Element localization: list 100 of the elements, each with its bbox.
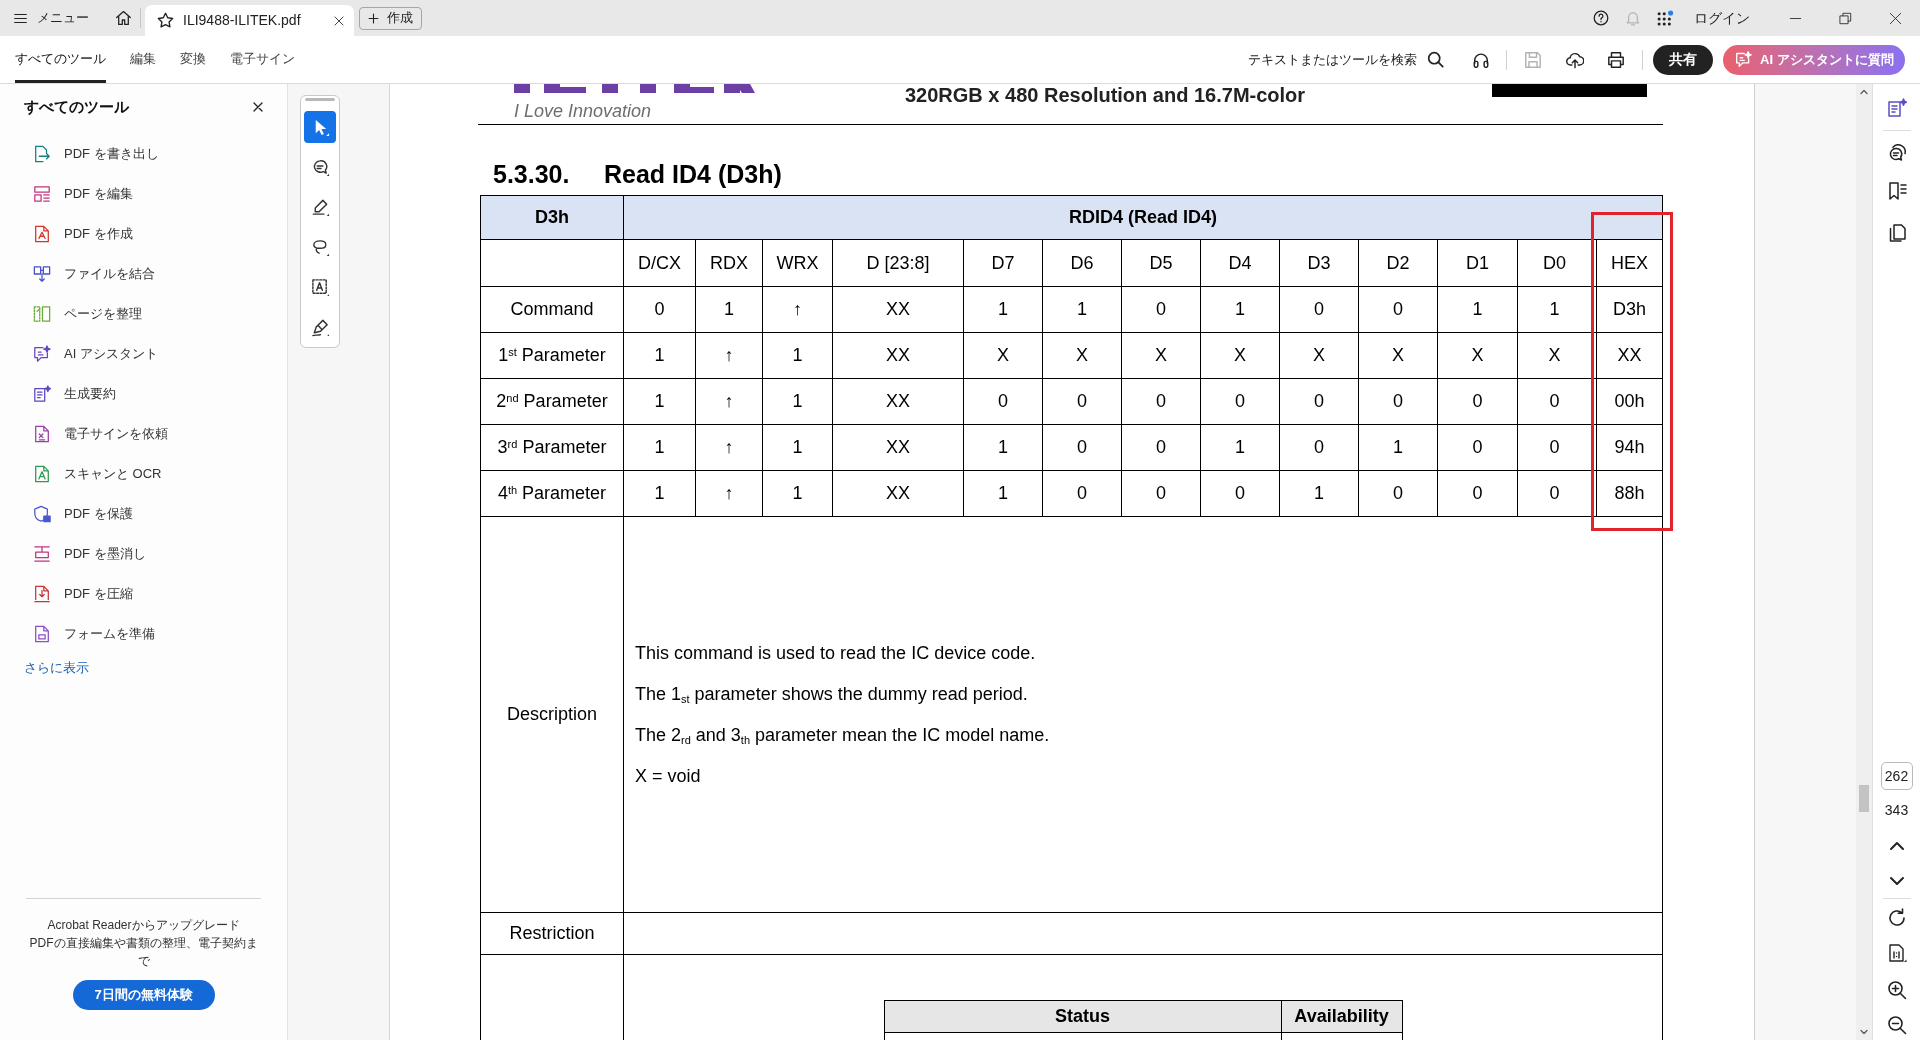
pen-icon (310, 197, 330, 217)
share-button[interactable]: 共有 (1653, 44, 1713, 75)
table-cell: XX (833, 379, 964, 425)
apps-grid-icon[interactable] (1657, 9, 1674, 27)
table-cell: ↑ (763, 287, 833, 333)
table-header-cell: Status (884, 1000, 1282, 1033)
tool-item[interactable]: ファイルを結合 (0, 254, 287, 294)
document-arrow-icon (33, 585, 51, 603)
print-icon[interactable] (1607, 50, 1625, 69)
zoom-in-icon[interactable] (1886, 980, 1907, 1000)
toolbar-tab[interactable]: 変換 (180, 36, 206, 83)
table-cell: 1 (624, 333, 696, 379)
table-cell: ↑ (696, 379, 763, 425)
column-header: HEX (1597, 240, 1664, 287)
toolbar-tab[interactable]: 編集 (130, 36, 156, 83)
grip-handle[interactable] (305, 98, 335, 101)
page-count: 343 (1884, 801, 1909, 819)
close-icon[interactable] (334, 15, 344, 26)
home-icon[interactable] (115, 10, 132, 26)
chat-sparkle-icon (33, 345, 51, 363)
layout-icon (33, 185, 51, 203)
column-header: D3 (1280, 240, 1359, 287)
table-cell: 1 (1043, 287, 1122, 333)
table-cell: X (1201, 333, 1280, 379)
tool-item[interactable]: フォームを準備 (0, 614, 287, 654)
tool-item[interactable]: PDF を書き出し (0, 134, 287, 174)
column-header: RDX (696, 240, 763, 287)
table-cell: 0 (1201, 471, 1280, 517)
tool-item[interactable]: 電子サインを依頼 (0, 414, 287, 454)
tool-item[interactable]: ページを整理 (0, 294, 287, 334)
row-label: Description (480, 517, 624, 913)
table-cell: 1 (1359, 425, 1438, 471)
close-icon[interactable] (1888, 11, 1902, 25)
table-cell: 00h (1597, 379, 1664, 425)
tool-item[interactable]: PDF を保護 (0, 494, 287, 534)
page-number-field[interactable]: 262 (1880, 762, 1913, 790)
page-size-icon[interactable] (1886, 943, 1907, 963)
menu-button[interactable]: メニュー (0, 0, 101, 36)
table-cell: 0 (1043, 471, 1122, 517)
column-header: D2 (1359, 240, 1438, 287)
close-icon[interactable] (253, 102, 263, 112)
tool-item[interactable]: PDF を編集 (0, 174, 287, 214)
free-trial-button[interactable]: 7日間の無料体験 (72, 980, 215, 1010)
restore-icon[interactable] (1838, 11, 1852, 25)
merge-icon (33, 265, 51, 283)
table-cell: 0 (1280, 379, 1359, 425)
column-header: D [23:8] (833, 240, 964, 287)
tool-item[interactable]: スキャンと OCR (0, 454, 287, 494)
upgrade-text: PDFの直接編集や書類の整理、電子契約まで (28, 935, 259, 970)
create-button[interactable]: 作成 (359, 6, 422, 30)
table-header-cell: D3h (480, 195, 624, 240)
table-cell: 0 (1359, 287, 1438, 333)
table-cell: D3h (1597, 287, 1664, 333)
table-cell: 1 (624, 379, 696, 425)
document-sparkle-icon[interactable] (1886, 98, 1907, 118)
scrollbar-thumb[interactable] (1859, 785, 1869, 812)
table-cell: 1 (964, 425, 1043, 471)
column-header: D0 (1518, 240, 1591, 287)
table-cell: ↑ (696, 425, 763, 471)
column-header: D5 (1122, 240, 1201, 287)
show-more-link[interactable]: さらに表示 (24, 658, 89, 678)
document-tab[interactable]: ILI9488-ILITEK.pdf (145, 5, 354, 36)
document-sparkle-icon (33, 385, 51, 403)
section-number: 5.3.30. (493, 159, 571, 190)
column-header: D4 (1201, 240, 1280, 287)
cloud-upload-icon[interactable] (1566, 50, 1584, 69)
lasso-icon (310, 237, 330, 257)
table-cell: 1 (1280, 471, 1359, 517)
tool-item[interactable]: 生成要約 (0, 374, 287, 414)
tagline: I Love Innovation (514, 101, 653, 121)
table-cell: 0 (1359, 379, 1438, 425)
tool-item[interactable]: PDF を圧縮 (0, 574, 287, 614)
login-button[interactable]: ログイン (1694, 7, 1750, 29)
table-cell: XX (1597, 333, 1664, 379)
search-button[interactable]: テキストまたはツールを検索 (1248, 49, 1444, 70)
tool-item[interactable]: PDF を作成 (0, 214, 287, 254)
table-cell: 0 (1518, 471, 1591, 517)
rotate-icon[interactable] (1886, 908, 1907, 928)
zoom-out-icon[interactable] (1886, 1015, 1907, 1035)
table-cell: 0 (1518, 379, 1591, 425)
document-letter-icon (33, 225, 51, 243)
star-icon (157, 12, 174, 29)
upgrade-heading: Acrobat Readerからアップグレード (47, 917, 240, 934)
tool-item[interactable]: PDF を墨消し (0, 534, 287, 574)
help-icon[interactable] (1593, 10, 1609, 26)
table-cell: XX (833, 333, 964, 379)
table-cell: 0 (1122, 425, 1201, 471)
table-cell: 0 (1122, 471, 1201, 517)
document-icon (33, 425, 51, 443)
column-header: D/CX (624, 240, 696, 287)
bookmark-list-icon[interactable] (1886, 181, 1907, 201)
tool-item[interactable]: AI アシスタント (0, 334, 287, 374)
table-cell: 94h (1597, 425, 1664, 471)
table-cell: 0 (964, 379, 1043, 425)
table-cell: X (1280, 333, 1359, 379)
toolbar-tab[interactable]: 電子サイン (230, 36, 295, 83)
table-cell: XX (833, 471, 964, 517)
form-icon (33, 625, 51, 643)
column-header: D6 (1043, 240, 1122, 287)
table-cell: XX (833, 287, 964, 333)
